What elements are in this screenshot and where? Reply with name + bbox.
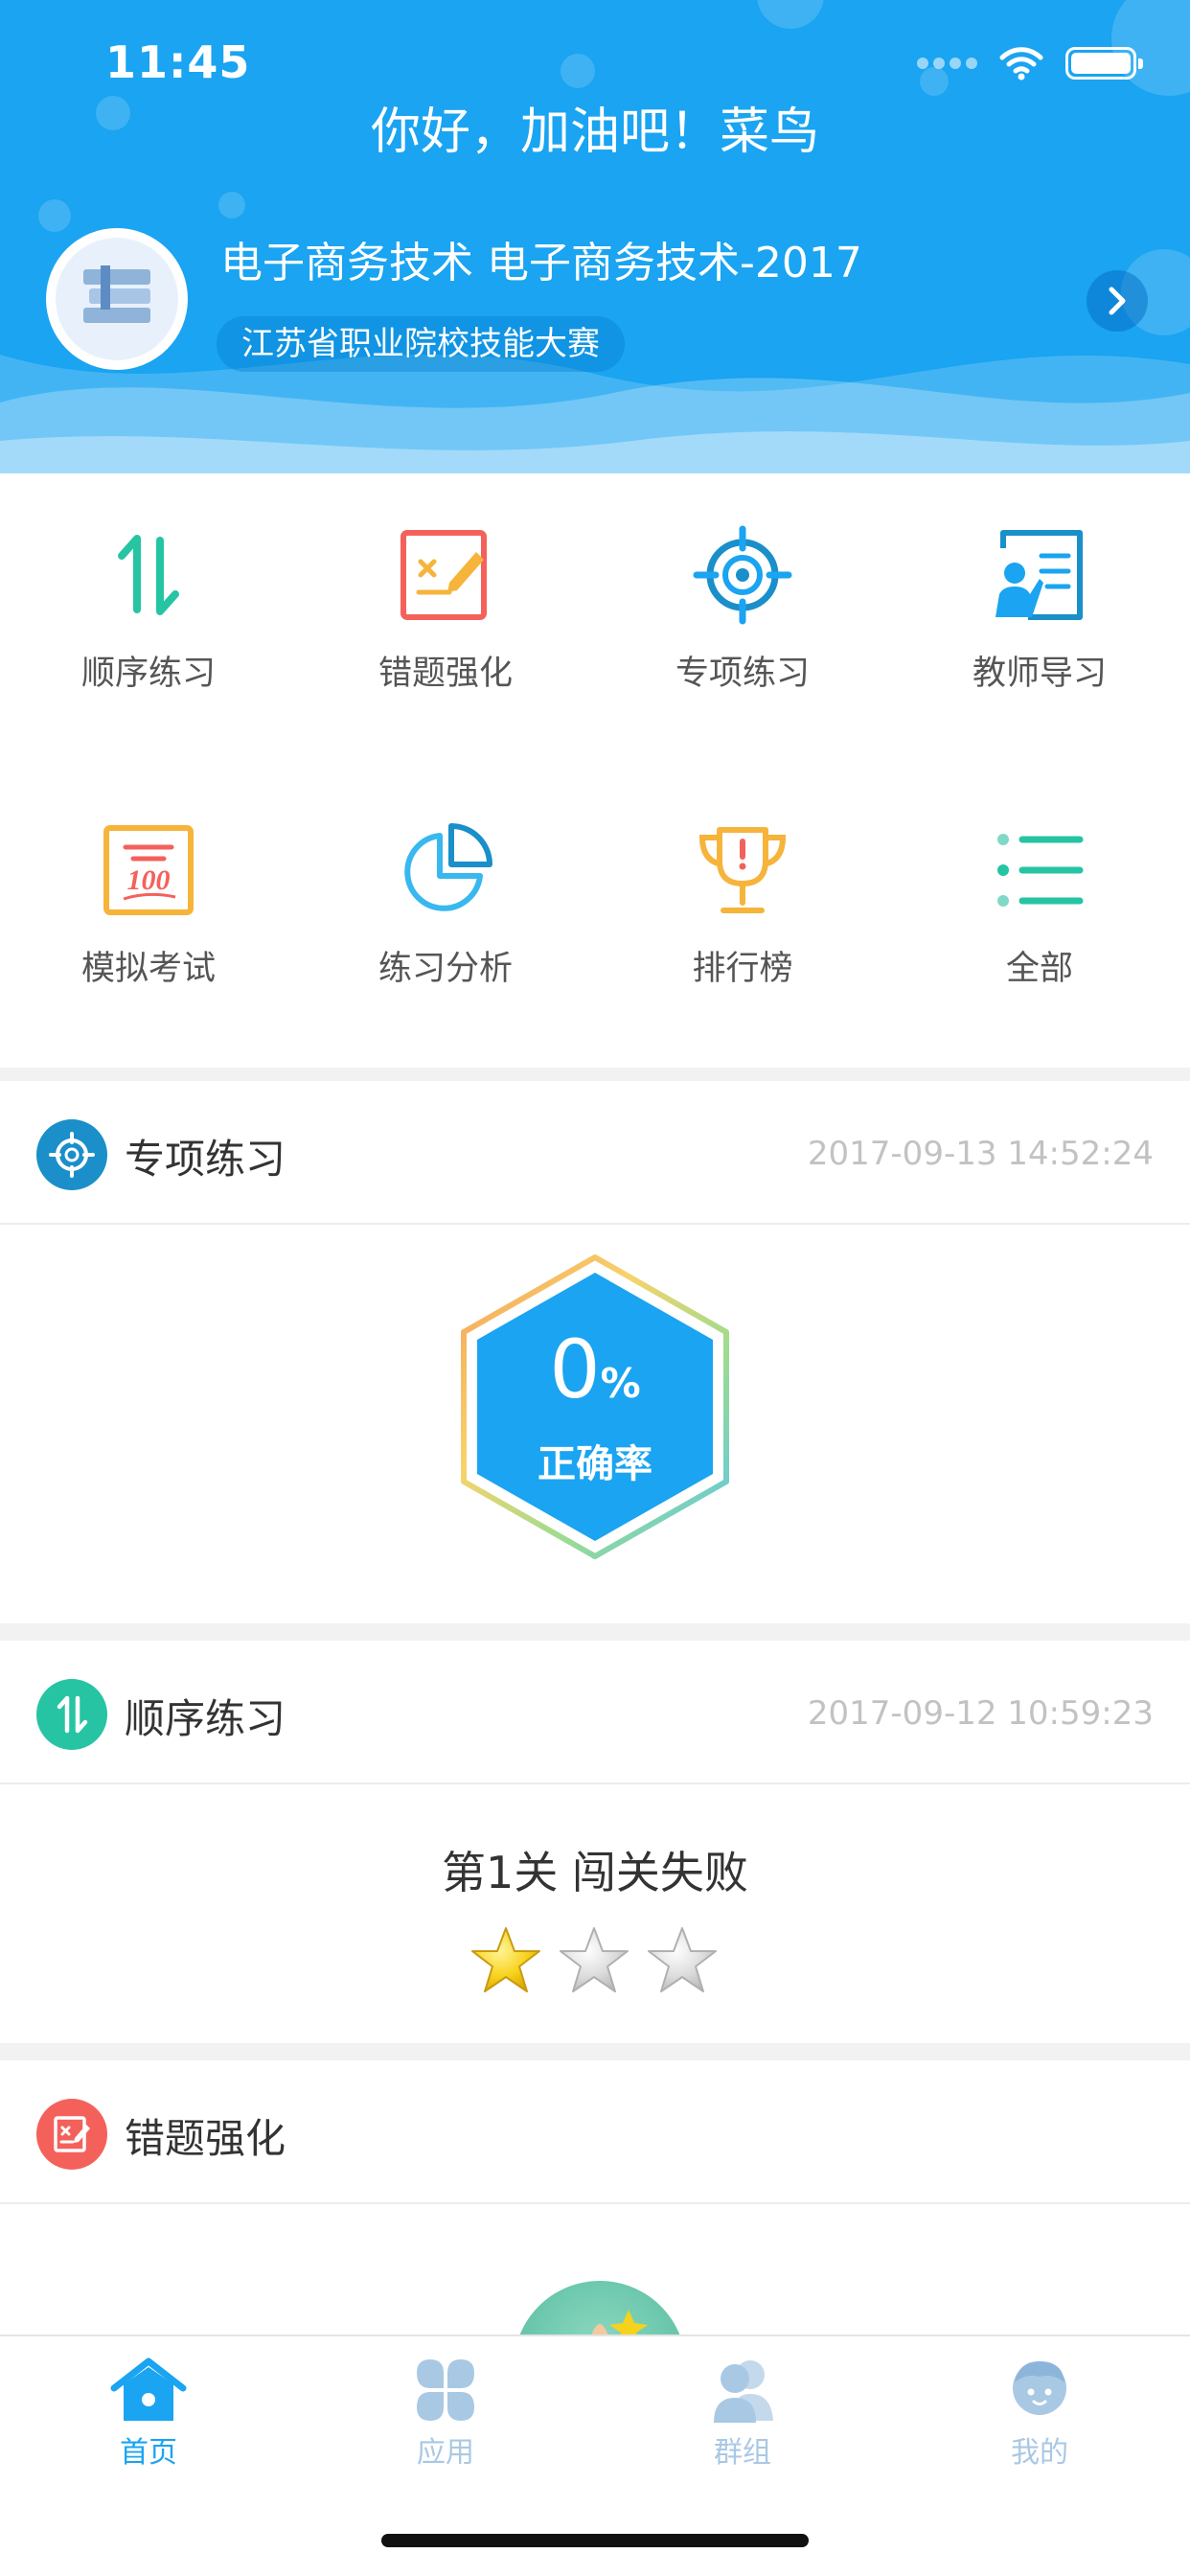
card-title: 顺序练习 <box>125 1695 286 1742</box>
star-filled-icon <box>471 1927 540 1992</box>
group-icon <box>714 2360 773 2423</box>
grid-item-label: 全部 <box>1005 950 1073 988</box>
tab-label: 应用 <box>417 2436 474 2470</box>
wifi-icon <box>999 47 1043 80</box>
target-icon <box>693 525 792 625</box>
grid-item-label: 模拟考试 <box>80 950 216 988</box>
grid-item-mock-exam[interactable]: 100 模拟考试 <box>0 769 297 1056</box>
sequence-practice-card[interactable]: 顺序练习 2017-09-12 10:59:23 第1关 闯关失败 <box>0 1641 1190 2043</box>
tab-profile[interactable]: 我的 <box>891 2356 1188 2471</box>
grid-item-label: 教师导习 <box>972 655 1107 693</box>
signal-icon <box>917 58 977 69</box>
svg-text:100: 100 <box>127 864 171 896</box>
sequence-arrows-icon <box>36 1679 107 1750</box>
card-header: 顺序练习 2017-09-12 10:59:23 <box>0 1641 1190 1784</box>
grid-item-label: 顺序练习 <box>80 655 216 693</box>
course-title[interactable]: 电子商务技术 电子商务技术-2017 <box>220 228 862 289</box>
teacher-board-icon <box>995 530 1083 620</box>
card-title: 专项练习 <box>125 1136 286 1183</box>
accuracy-label: 正确率 <box>538 1441 652 1486</box>
star-empty-icon <box>648 1927 717 1992</box>
star-rating <box>469 1924 719 1997</box>
percent-sign: % <box>600 1359 641 1407</box>
book-icon <box>83 265 150 323</box>
card-header: 错题强化 <box>0 2060 1190 2204</box>
status-time: 11:45 <box>105 36 251 88</box>
trophy-icon <box>698 827 787 913</box>
accuracy-hexagon: 0% 正确率 <box>458 1254 732 1560</box>
battery-icon <box>1065 47 1143 80</box>
course-tag: 江苏省职业院校技能大赛 <box>217 316 625 372</box>
grid-item-label: 错题强化 <box>378 655 513 693</box>
grid-item-special[interactable]: 专项练习 <box>594 473 891 761</box>
score-100-icon: 100 <box>103 825 194 915</box>
feature-grid: 顺序练习 错题强化 专项练习 教师导习 100 模拟考试 练习分析 排行榜 全部 <box>0 473 1190 1068</box>
chevron-right-icon <box>1109 287 1126 315</box>
grid-item-all[interactable]: 全部 <box>891 769 1188 1056</box>
target-icon <box>36 1119 107 1190</box>
grid-item-label: 排行榜 <box>692 950 793 988</box>
grid-item-teacher[interactable]: 教师导习 <box>891 473 1188 761</box>
card-timestamp: 2017-09-12 10:59:23 <box>807 1694 1154 1733</box>
card-timestamp: 2017-09-13 14:52:24 <box>807 1135 1154 1173</box>
header-banner: 11:45 你好，加油吧！菜鸟 电子商务技术 电子商务技术-2017 江苏省职业… <box>0 0 1190 473</box>
wrong-question-edit-icon <box>36 2099 107 2170</box>
greeting-text: 你好，加油吧！菜鸟 <box>370 104 819 161</box>
grid-item-sequence[interactable]: 顺序练习 <box>0 473 297 761</box>
pie-chart-icon <box>404 823 492 911</box>
apps-icon <box>417 2359 474 2421</box>
tab-label: 群组 <box>714 2436 771 2470</box>
home-indicator[interactable] <box>381 2534 809 2547</box>
special-practice-card[interactable]: 专项练习 2017-09-13 14:52:24 0% 正确率 <box>0 1081 1190 1623</box>
grid-item-ranking[interactable]: 排行榜 <box>594 769 891 1056</box>
grid-item-analysis[interactable]: 练习分析 <box>297 769 594 1056</box>
level-status: 第1关 闯关失败 <box>442 1847 748 1898</box>
tab-label: 我的 <box>1011 2436 1068 2470</box>
accuracy-percent: 0 <box>549 1322 601 1416</box>
list-icon <box>997 834 1084 907</box>
tab-groups[interactable]: 群组 <box>594 2356 891 2471</box>
course-detail-button[interactable] <box>1087 270 1148 332</box>
profile-icon <box>1013 2361 1066 2415</box>
course-avatar[interactable] <box>46 228 188 370</box>
sequence-arrows-icon <box>118 535 179 615</box>
status-indicators <box>917 46 1143 80</box>
card-title: 错题强化 <box>125 2115 286 2162</box>
home-icon <box>110 2358 187 2421</box>
wrong-question-card[interactable]: 错题强化 <box>0 2060 1190 2453</box>
star-empty-icon <box>560 1927 629 1992</box>
card-header: 专项练习 2017-09-13 14:52:24 <box>0 1081 1190 1225</box>
tab-label: 首页 <box>120 2436 177 2470</box>
wrong-question-edit-icon <box>400 530 487 620</box>
grid-item-wrong-questions[interactable]: 错题强化 <box>297 473 594 761</box>
tab-apps[interactable]: 应用 <box>297 2356 594 2471</box>
grid-item-label: 专项练习 <box>675 655 810 693</box>
tab-home[interactable]: 首页 <box>0 2356 297 2471</box>
grid-item-label: 练习分析 <box>378 950 513 988</box>
